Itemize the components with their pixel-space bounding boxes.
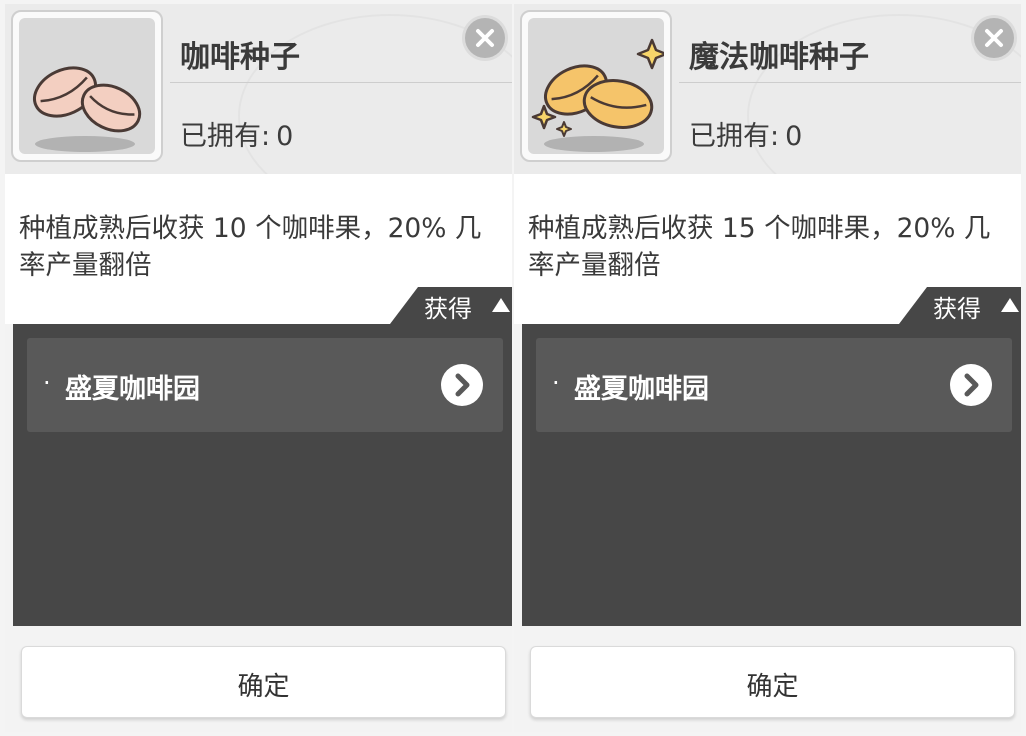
acquire-source-list: · 盛夏咖啡园: [522, 324, 1021, 626]
owned-count: 已拥有: 0: [180, 114, 293, 153]
title-divider: [170, 82, 512, 83]
owned-value: 0: [276, 121, 294, 152]
item-info-panel-magic-coffee-seed: 魔法咖啡种子 已拥有: 0 种植成熟后收获 15 个咖啡果，20% 几率产量翻倍 …: [514, 4, 1021, 732]
item-title: 魔法咖啡种子: [689, 40, 869, 75]
go-button[interactable]: [950, 364, 992, 406]
confirm-label: 确定: [746, 672, 799, 702]
item-info-panel-coffee-seed: 咖啡种子 已拥有: 0 种植成熟后收获 10 个咖啡果，20% 几率产量翻倍 获得…: [5, 4, 512, 732]
bullet: ·: [43, 369, 51, 397]
owned-count: 已拥有: 0: [689, 114, 802, 153]
source-name: 盛夏咖啡园: [65, 374, 200, 405]
confirm-button[interactable]: 确定: [21, 646, 506, 718]
item-title: 咖啡种子: [180, 40, 300, 75]
item-thumbnail: [520, 10, 672, 162]
description-area: 种植成熟后收获 10 个咖啡果，20% 几率产量翻倍 获得: [5, 174, 512, 324]
acquire-label: 获得: [933, 295, 981, 323]
close-button[interactable]: [974, 18, 1014, 58]
source-name: 盛夏咖啡园: [574, 374, 709, 405]
magic-coffee-seed-icon: [531, 38, 664, 152]
acquire-label: 获得: [424, 295, 472, 323]
item-thumbnail: [11, 10, 163, 162]
acquire-source-list: · 盛夏咖啡园: [13, 324, 512, 626]
confirm-label: 确定: [237, 672, 290, 702]
go-button[interactable]: [441, 364, 483, 406]
item-description: 种植成熟后收获 10 个咖啡果，20% 几率产量翻倍: [19, 213, 482, 281]
coffee-seed-icon: [33, 66, 142, 152]
source-item[interactable]: · 盛夏咖啡园: [536, 338, 1012, 432]
title-divider: [679, 82, 1021, 83]
description-area: 种植成熟后收获 15 个咖啡果，20% 几率产量翻倍 获得: [514, 174, 1021, 324]
chevron-right-icon: [964, 373, 979, 397]
item-header: 咖啡种子 已拥有: 0: [5, 4, 512, 174]
owned-value: 0: [785, 121, 803, 152]
item-header: 魔法咖啡种子 已拥有: 0: [514, 4, 1021, 174]
item-description: 种植成熟后收获 15 个咖啡果，20% 几率产量翻倍: [528, 213, 991, 281]
close-icon: [985, 29, 1003, 47]
bullet: ·: [552, 369, 560, 397]
owned-label: 已拥有:: [689, 121, 780, 152]
close-button[interactable]: [465, 18, 505, 58]
collapse-arrow-icon: [492, 298, 510, 312]
owned-label: 已拥有:: [180, 121, 271, 152]
confirm-button[interactable]: 确定: [530, 646, 1015, 718]
collapse-arrow-icon: [1001, 298, 1019, 312]
close-icon: [476, 29, 494, 47]
acquire-tab[interactable]: 获得: [899, 287, 1021, 324]
chevron-right-icon: [455, 373, 470, 397]
acquire-tab[interactable]: 获得: [390, 287, 512, 324]
source-item[interactable]: · 盛夏咖啡园: [27, 338, 503, 432]
